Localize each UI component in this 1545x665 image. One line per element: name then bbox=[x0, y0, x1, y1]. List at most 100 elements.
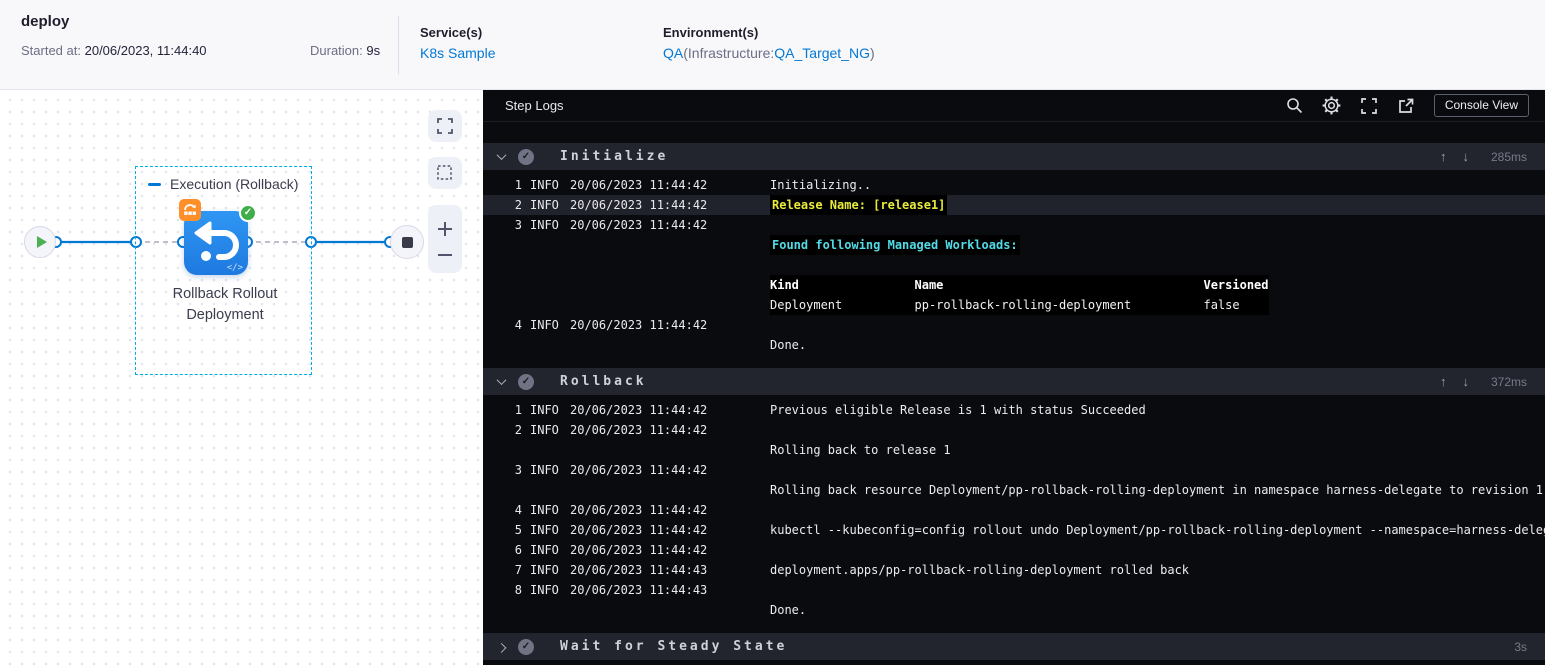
log-timestamp: 20/06/2023 11:44:42 bbox=[570, 463, 708, 477]
log-row[interactable]: Rolling back resource Deployment/pp-roll… bbox=[483, 480, 1545, 500]
log-message bbox=[770, 500, 1545, 520]
log-row[interactable]: 2 INFO 20/06/2023 11:44:42 Release Name: [r… bbox=[483, 195, 1545, 215]
chevron-down-icon[interactable] bbox=[494, 150, 508, 164]
pipeline-graph[interactable]: Execution (Rollback) </> ✓ Rollback Roll… bbox=[0, 90, 483, 665]
collapse-group-icon[interactable] bbox=[148, 182, 161, 186]
scroll-up-icon[interactable]: ↑ bbox=[1440, 149, 1447, 164]
rollout-badge-icon bbox=[179, 199, 201, 221]
end-node[interactable] bbox=[390, 225, 424, 259]
console-actions: Console View bbox=[1286, 94, 1529, 117]
start-node[interactable] bbox=[24, 226, 56, 258]
log-row[interactable]: Done. bbox=[483, 335, 1545, 355]
log-line-number: 8 bbox=[514, 583, 522, 597]
log-line-number: 3 bbox=[514, 218, 522, 232]
execution-group-box[interactable]: Execution (Rollback) </> ✓ Rollback Roll… bbox=[135, 166, 312, 375]
canvas-fullscreen-button[interactable] bbox=[428, 110, 462, 142]
log-section-header[interactable]: ✓ Rollback ↑ ↓ 372ms bbox=[483, 368, 1545, 395]
log-line-number bbox=[512, 440, 522, 460]
log-level bbox=[530, 440, 562, 460]
log-timestamp bbox=[570, 600, 762, 620]
execution-group-label: Execution (Rollback) bbox=[170, 176, 299, 192]
log-line-number bbox=[512, 235, 522, 255]
log-timestamp bbox=[570, 275, 762, 295]
log-timestamp: 20/06/2023 11:44:42 bbox=[570, 423, 708, 437]
log-row[interactable]: 5 INFO 20/06/2023 11:44:42 kubectl --kubeco… bbox=[483, 520, 1545, 540]
log-line-number: 3 bbox=[514, 463, 522, 477]
log-row[interactable]: 4 INFO 20/06/2023 11:44:42 bbox=[483, 315, 1545, 335]
log-level: INFO bbox=[530, 563, 559, 577]
log-row[interactable]: Kind Name Versioned bbox=[483, 275, 1545, 295]
scroll-down-icon[interactable]: ↓ bbox=[1463, 149, 1470, 164]
log-level: INFO bbox=[530, 178, 559, 192]
log-timestamp: 20/06/2023 11:44:43 bbox=[570, 563, 708, 577]
log-row[interactable]: 3 INFO 20/06/2023 11:44:42 bbox=[483, 215, 1545, 235]
zoom-out-icon[interactable] bbox=[436, 251, 454, 259]
log-line-number: 1 bbox=[514, 178, 522, 192]
log-line-number bbox=[512, 295, 522, 315]
log-timestamp: 20/06/2023 11:44:42 bbox=[570, 198, 708, 212]
log-row[interactable]: Deployment pp-rollback-rolling-deploymen… bbox=[483, 295, 1545, 315]
play-icon bbox=[36, 236, 47, 248]
log-timestamp bbox=[570, 235, 762, 255]
rollback-step-node[interactable]: </> ✓ bbox=[179, 199, 257, 275]
log-section-title: Wait for Steady State bbox=[560, 639, 788, 654]
log-message bbox=[770, 255, 1545, 275]
log-section-header[interactable]: ✓ Initialize ↑ ↓ 285ms bbox=[483, 143, 1545, 170]
step-code-glyph: </> bbox=[226, 263, 243, 273]
log-section-controls: 3s bbox=[1485, 640, 1527, 654]
infrastructure-link[interactable]: QA_Target_NG bbox=[774, 45, 870, 61]
duration: Duration: 9s bbox=[310, 43, 380, 58]
log-section-header[interactable]: ✓ Wait for Steady State 3s bbox=[483, 633, 1545, 660]
log-line-number: 2 bbox=[514, 198, 522, 212]
console-fullscreen-icon[interactable] bbox=[1360, 97, 1378, 115]
log-section-rows: 1 INFO 20/06/2023 11:44:42 Previous eligibl… bbox=[483, 395, 1545, 625]
log-row[interactable]: 3 INFO 20/06/2023 11:44:42 bbox=[483, 460, 1545, 480]
log-row[interactable]: 1 INFO 20/06/2023 11:44:42 Previous eligibl… bbox=[483, 400, 1545, 420]
pipeline-title: deploy bbox=[21, 13, 70, 30]
scroll-up-icon[interactable]: ↑ bbox=[1440, 374, 1447, 389]
success-check-icon: ✓ bbox=[518, 148, 534, 165]
log-message bbox=[770, 460, 1545, 480]
canvas-zoom-control[interactable] bbox=[428, 205, 462, 273]
log-section-title: Rollback bbox=[560, 374, 647, 389]
open-in-new-icon[interactable] bbox=[1397, 97, 1415, 115]
log-level: INFO bbox=[530, 318, 559, 332]
canvas-select-button[interactable] bbox=[428, 157, 462, 189]
log-row[interactable]: 4 INFO 20/06/2023 11:44:42 bbox=[483, 500, 1545, 520]
gear-icon[interactable] bbox=[1322, 96, 1341, 115]
chevron-right-icon[interactable] bbox=[494, 640, 508, 654]
log-message: Rolling back to release 1 bbox=[770, 443, 951, 457]
chevron-down-icon[interactable] bbox=[494, 375, 508, 389]
log-level: INFO bbox=[530, 403, 559, 417]
search-icon[interactable] bbox=[1286, 97, 1303, 114]
duration-value: 9s bbox=[366, 43, 381, 58]
step-label[interactable]: Rollback Rollout Deployment bbox=[115, 284, 335, 326]
environment-link[interactable]: QA bbox=[663, 45, 683, 61]
log-row[interactable]: 1 INFO 20/06/2023 11:44:42 Initializing.. bbox=[483, 175, 1545, 195]
console-view-button[interactable]: Console View bbox=[1433, 94, 1529, 117]
log-row[interactable]: Rolling back to release 1 bbox=[483, 440, 1545, 460]
services-label: Service(s) bbox=[420, 25, 483, 40]
log-row[interactable]: 7 INFO 20/06/2023 11:44:43 deployment.apps/… bbox=[483, 560, 1545, 580]
service-link[interactable]: K8s Sample bbox=[420, 45, 495, 61]
log-line-number bbox=[512, 335, 522, 355]
log-row[interactable]: 2 INFO 20/06/2023 11:44:42 bbox=[483, 420, 1545, 440]
log-row[interactable]: Done. bbox=[483, 600, 1545, 620]
log-line-number bbox=[512, 275, 522, 295]
log-message bbox=[770, 215, 1545, 235]
log-level bbox=[530, 480, 562, 500]
scroll-down-icon[interactable]: ↓ bbox=[1463, 374, 1470, 389]
log-row[interactable]: 8 INFO 20/06/2023 11:44:43 bbox=[483, 580, 1545, 600]
log-row[interactable]: Found following Managed Workloads: bbox=[483, 235, 1545, 255]
execution-header: deploy Started at: 20/06/2023, 11:44:40 … bbox=[0, 0, 1545, 90]
log-level bbox=[530, 275, 562, 295]
log-level bbox=[530, 295, 562, 315]
execution-page: deploy Started at: 20/06/2023, 11:44:40 … bbox=[0, 0, 1545, 665]
log-line-number: 7 bbox=[514, 563, 522, 577]
log-line-number: 1 bbox=[514, 403, 522, 417]
log-row[interactable] bbox=[483, 255, 1545, 275]
execution-group-label-row[interactable]: Execution (Rollback) bbox=[148, 176, 298, 192]
log-line-number bbox=[512, 600, 522, 620]
zoom-in-icon[interactable] bbox=[436, 220, 454, 238]
log-row[interactable]: 6 INFO 20/06/2023 11:44:42 bbox=[483, 540, 1545, 560]
